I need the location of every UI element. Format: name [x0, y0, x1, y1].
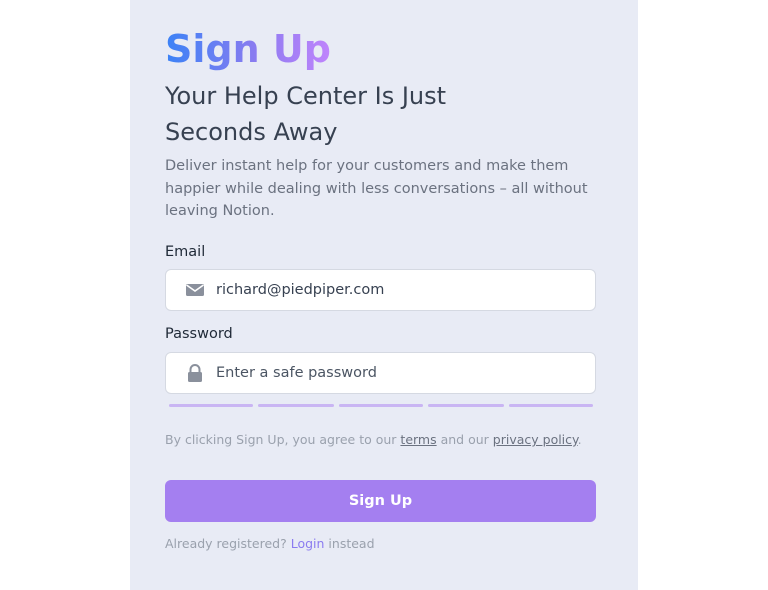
- strength-segment: [258, 404, 334, 407]
- page-subtitle: Your Help Center Is Just Seconds Away: [165, 82, 447, 146]
- lock-icon: [184, 363, 206, 383]
- strength-segment: [339, 404, 423, 407]
- login-suffix: instead: [324, 536, 375, 551]
- page-title: Sign Up: [165, 27, 331, 71]
- password-field[interactable]: [165, 352, 596, 394]
- page-description: Deliver instant help for your customers …: [165, 158, 588, 219]
- terms-link[interactable]: terms: [400, 432, 436, 447]
- strength-segment: [169, 404, 253, 407]
- terms-middle: and our: [436, 432, 493, 447]
- signup-panel: Sign Up Your Help Center Is Just Seconds…: [130, 0, 638, 590]
- sign-up-button[interactable]: Sign Up: [165, 480, 596, 522]
- email-field[interactable]: [165, 269, 596, 311]
- envelope-icon: [184, 280, 206, 300]
- privacy-policy-link[interactable]: privacy policy: [493, 432, 578, 447]
- terms-suffix: .: [577, 432, 582, 447]
- password-input[interactable]: [216, 353, 586, 393]
- strength-segment: [509, 404, 593, 407]
- login-prefix: Already registered?: [165, 536, 291, 551]
- email-input[interactable]: [216, 270, 586, 310]
- login-prompt: Already registered? Login instead: [165, 536, 375, 551]
- terms-prefix: By clicking Sign Up, you agree to our: [165, 432, 401, 447]
- password-label: Password: [165, 326, 233, 342]
- strength-segment: [428, 404, 504, 407]
- terms-notice: By clicking Sign Up, you agree to our te…: [165, 431, 596, 448]
- password-strength-meter: [169, 404, 595, 407]
- login-link[interactable]: Login: [291, 536, 325, 551]
- email-label: Email: [165, 244, 206, 260]
